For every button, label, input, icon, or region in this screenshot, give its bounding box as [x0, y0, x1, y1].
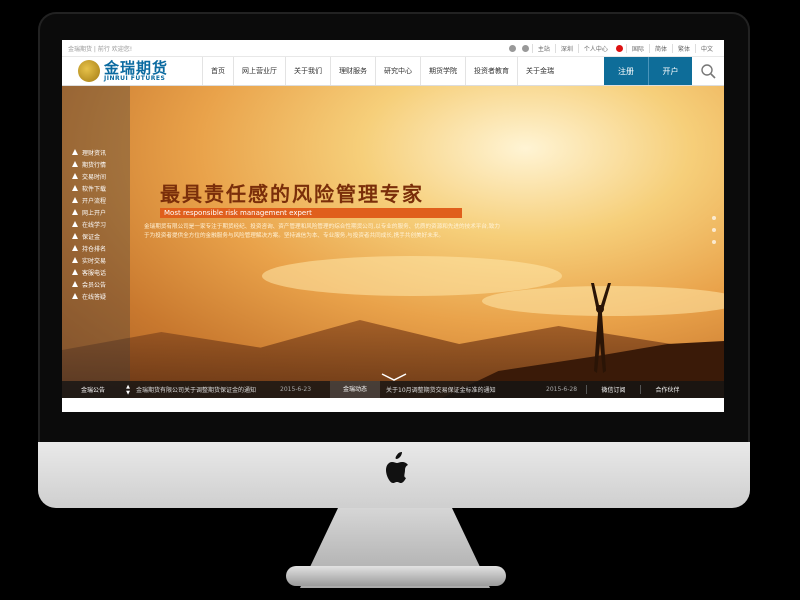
brand-logo[interactable]: 金瑞期货 JINRUI FUTURES — [62, 57, 202, 85]
slide-indicators — [712, 216, 716, 244]
arrow-icon — [72, 293, 78, 299]
nav-item-online-hall[interactable]: 网上营业厅 — [233, 57, 285, 85]
side-link[interactable]: 在线学习 — [72, 218, 106, 230]
arrow-icon — [72, 281, 78, 287]
side-link[interactable]: 软件下载 — [72, 182, 106, 194]
side-link[interactable]: 网上开户 — [72, 206, 106, 218]
search-button[interactable] — [692, 57, 724, 85]
hero-description: 金瑞期货有限公司是一家专注于期货经纪、投资咨询、资产管理和风险管理的综合性期货公… — [144, 224, 500, 239]
weibo-icon[interactable] — [508, 44, 516, 52]
side-link[interactable]: 开户流程 — [72, 194, 106, 206]
partners-button[interactable]: 合作伙伴 — [640, 385, 694, 394]
nav-item-wealth[interactable]: 理财服务 — [330, 57, 375, 85]
slide-dot[interactable] — [712, 228, 716, 232]
link-main[interactable]: 主站 — [531, 43, 555, 53]
nav-item-about-jinrui[interactable]: 关于金瑞 — [517, 57, 562, 85]
side-link[interactable]: 客服电话 — [72, 266, 106, 278]
arrow-icon — [72, 185, 78, 191]
hero-title: 最具责任感的风险管理专家 — [160, 182, 424, 206]
hero-subtitle: Most responsible risk management expert — [160, 208, 462, 218]
slide-dot[interactable] — [712, 216, 716, 220]
brand-name-cn: 金瑞期货 — [104, 58, 169, 77]
arrow-icon — [72, 209, 78, 215]
side-quick-links: 理财资讯 期货行情 交易时间 软件下载 开户流程 网上开户 在线学习 保证金 持… — [72, 146, 106, 302]
nav-item-academy[interactable]: 期货学院 — [420, 57, 465, 85]
ticker-headline-1[interactable]: 金瑞期货有限公司关于调整期货保证金的通知 — [132, 385, 280, 394]
nav-item-about[interactable]: 关于我们 — [285, 57, 330, 85]
ticker-label-news[interactable]: 金瑞动态 — [330, 381, 380, 398]
logo-emblem-icon — [78, 60, 100, 82]
side-link[interactable]: 在线答疑 — [72, 290, 106, 302]
slide-dot[interactable] — [712, 240, 716, 244]
search-icon — [701, 64, 716, 79]
ticker-label-announcements[interactable]: 金瑞公告 — [62, 385, 124, 394]
arrow-icon — [72, 269, 78, 275]
hero-banner: 理财资讯 期货行情 交易时间 软件下载 开户流程 网上开户 在线学习 保证金 持… — [62, 86, 724, 398]
utility-links: 主站 深圳 个人中心 国际 简体 繁体 中文 — [506, 43, 718, 53]
side-link[interactable]: 交易时间 — [72, 170, 106, 182]
arrow-icon — [72, 233, 78, 239]
side-link[interactable]: 理财资讯 — [72, 146, 106, 158]
nav-item-research[interactable]: 研究中心 — [375, 57, 420, 85]
apple-logo-icon — [386, 452, 408, 483]
arrow-icon — [72, 257, 78, 263]
side-link[interactable]: 期货行情 — [72, 158, 106, 170]
open-account-button[interactable]: 开户 — [648, 57, 692, 85]
link-chinese[interactable]: 中文 — [694, 43, 718, 53]
register-button[interactable]: 注册 — [604, 57, 648, 85]
side-link[interactable]: 保证金 — [72, 230, 106, 242]
link-traditional[interactable]: 繁体 — [671, 43, 695, 53]
side-link[interactable]: 持仓排名 — [72, 242, 106, 254]
nav-items: 首页 网上营业厅 关于我们 理财服务 研究中心 期货学院 投资者教育 关于金瑞 — [202, 57, 604, 85]
side-quick-panel: 理财资讯 期货行情 交易时间 软件下载 开户流程 网上开户 在线学习 保证金 持… — [62, 86, 130, 398]
top-utility-bar: 金瑞期货 | 前行 欢迎您! 主站 深圳 个人中心 国际 简体 繁体 中文 — [62, 40, 724, 57]
news-ticker: 金瑞公告 ▲ ▼ 金瑞期货有限公司关于调整期货保证金的通知 2015-6-23 金… — [62, 381, 724, 398]
arrow-icon — [72, 149, 78, 155]
link-personal-center[interactable]: 个人中心 — [577, 43, 613, 53]
ticker-headline-2[interactable]: 关于10月调整期货交易保证金标准的通知 — [380, 385, 546, 394]
wechat-subscribe-button[interactable]: 微信订阅 — [586, 385, 640, 394]
welcome-text: 金瑞期货 | 前行 欢迎您! — [68, 45, 133, 53]
arrow-icon — [72, 173, 78, 179]
link-international[interactable]: 国际 — [625, 43, 649, 53]
website-screen: 金瑞期货 | 前行 欢迎您! 主站 深圳 个人中心 国际 简体 繁体 中文 金瑞… — [62, 40, 724, 412]
brand-name-en: JINRUI FUTURES — [104, 74, 166, 82]
arrow-icon — [72, 221, 78, 227]
ticker-arrows-icon[interactable]: ▲ ▼ — [124, 384, 132, 396]
link-shenzhen[interactable]: 深圳 — [554, 43, 578, 53]
flag-icon — [615, 44, 623, 52]
link-simplified[interactable]: 简体 — [648, 43, 672, 53]
stage: 金瑞期货 | 前行 欢迎您! 主站 深圳 个人中心 国际 简体 繁体 中文 金瑞… — [0, 0, 800, 600]
arrow-icon — [72, 161, 78, 167]
wechat-icon[interactable] — [521, 44, 529, 52]
nav-item-investor-edu[interactable]: 投资者教育 — [465, 57, 517, 85]
ticker-date-2: 2015-6-28 — [546, 386, 578, 393]
main-nav: 金瑞期货 JINRUI FUTURES 首页 网上营业厅 关于我们 理财服务 研… — [62, 57, 724, 86]
nav-item-home[interactable]: 首页 — [202, 57, 233, 85]
monitor-stand-base — [286, 566, 506, 586]
arrow-icon — [72, 245, 78, 251]
ticker-date-1: 2015-6-23 — [280, 386, 312, 393]
arrow-icon — [72, 197, 78, 203]
side-link[interactable]: 实时交易 — [72, 254, 106, 266]
side-link[interactable]: 会员公告 — [72, 278, 106, 290]
